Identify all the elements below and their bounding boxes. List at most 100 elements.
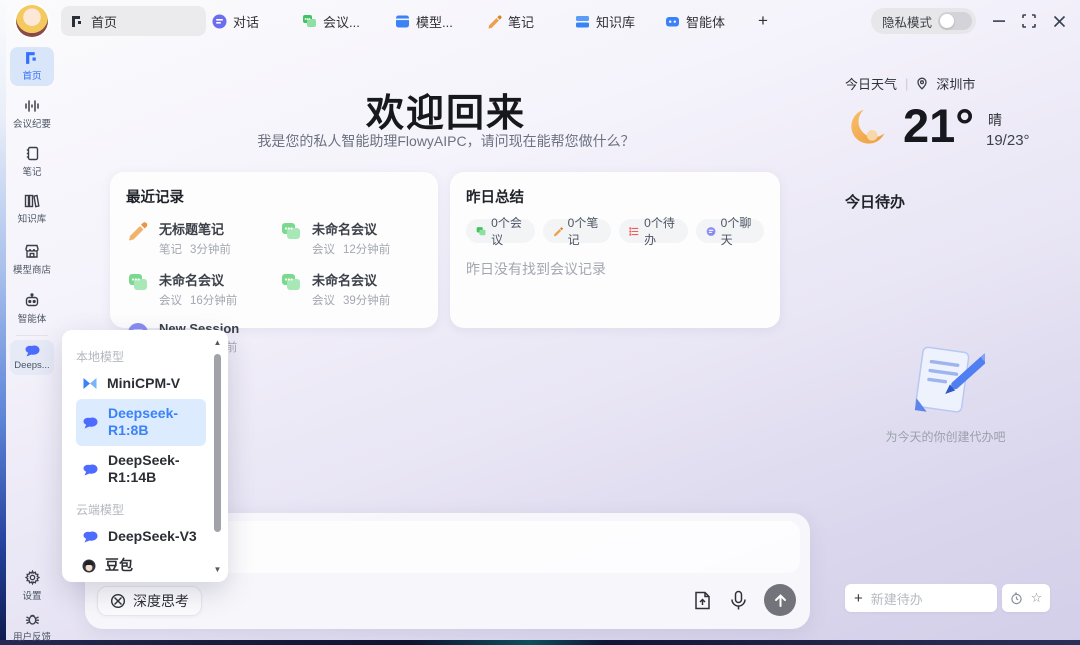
meeting-icon xyxy=(279,219,303,243)
weather-range: 19/23° xyxy=(986,132,1030,149)
tab-meeting[interactable]: 会议... xyxy=(302,0,360,42)
menu-item-deepseek-r1-14b[interactable]: DeepSeek-R1:14B xyxy=(76,446,206,493)
new-tab-button[interactable]: + xyxy=(758,0,768,42)
record-type: 会议 xyxy=(312,292,335,308)
sidebar-item-label: 设置 xyxy=(22,588,41,602)
record-time: 3分钟前 xyxy=(190,241,231,257)
tab-knowledge-label: 知识库 xyxy=(596,12,635,31)
scroll-down-arrow[interactable]: ▼ xyxy=(212,565,223,574)
yesterday-summary-card: 昨日总结 0个会议 0个笔记 0个待办 0个聊天 昨日没有找到会议记录 xyxy=(450,172,780,328)
scroll-up-arrow[interactable]: ▲ xyxy=(212,338,223,347)
dropdown-section-cloud: 云端模型 xyxy=(76,501,206,518)
microphone-button[interactable] xyxy=(729,590,748,611)
record-name: 未命名会议 xyxy=(312,219,390,238)
menu-item-deepseek-r1-8b[interactable]: Deepseek-R1:8B xyxy=(76,399,206,446)
sidebar-item-meeting-notes[interactable]: 会议纪要 xyxy=(10,95,54,134)
location-pin-icon xyxy=(916,77,928,90)
record-type: 会议 xyxy=(159,292,182,308)
notebook-icon xyxy=(25,146,40,161)
home-flowy-icon xyxy=(25,51,39,65)
todo-list-icon xyxy=(629,225,639,238)
deep-think-button[interactable]: 深度思考 xyxy=(97,586,202,616)
app-window: 首页 对话 会议... 模型... 笔记 xyxy=(0,0,1080,645)
new-todo-placeholder: 新建待办 xyxy=(871,589,923,608)
list-item-meeting[interactable]: 未命名会议 会议 39分钟前 xyxy=(279,270,422,308)
knowledge-icon xyxy=(575,14,590,29)
deep-think-icon xyxy=(110,593,126,609)
waveform-icon xyxy=(24,99,40,113)
meeting-icon xyxy=(302,14,317,29)
menu-item-label: MiniCPM-V xyxy=(107,375,200,393)
summary-chips: 0个会议 0个笔记 0个待办 0个聊天 xyxy=(466,219,764,243)
menu-item-deepseek-v3[interactable]: DeepSeek-V3 xyxy=(76,522,206,552)
list-item-meeting[interactable]: 未命名会议 会议12分钟前 xyxy=(279,219,422,257)
sidebar-item-settings[interactable]: 设置 xyxy=(10,566,54,606)
welcome-title: 欢迎回来 xyxy=(110,82,782,137)
tab-home[interactable]: 首页 xyxy=(61,6,206,36)
sidebar-item-model-store[interactable]: 模型商店 xyxy=(10,240,54,280)
record-name: 未命名会议 xyxy=(312,270,390,289)
minimize-button[interactable] xyxy=(990,12,1008,30)
new-todo-input[interactable]: + 新建待办 xyxy=(845,584,997,612)
upload-file-button[interactable] xyxy=(692,590,713,611)
privacy-switch[interactable] xyxy=(938,12,972,30)
top-bar: 首页 对话 会议... 模型... 笔记 xyxy=(6,0,1080,42)
agent-icon xyxy=(665,14,680,29)
menu-item-label: DeepSeek-R1:14B xyxy=(108,452,200,487)
whale-icon xyxy=(82,416,99,429)
sidebar-item-feedback[interactable]: 用户反馈 xyxy=(10,608,54,645)
minicpm-icon xyxy=(82,377,98,390)
pencil-icon xyxy=(487,14,502,29)
maximize-button[interactable] xyxy=(1020,12,1038,30)
tab-chat[interactable]: 对话 xyxy=(212,0,259,42)
chat-icon xyxy=(212,14,227,29)
pencil-icon xyxy=(126,219,150,243)
user-avatar[interactable] xyxy=(16,5,48,37)
sidebar-item-knowledge[interactable]: 知识库 xyxy=(10,190,54,229)
close-button[interactable] xyxy=(1050,12,1068,30)
tab-note-label: 笔记 xyxy=(508,12,534,31)
scrollbar-thumb[interactable] xyxy=(214,354,221,532)
plus-icon: + xyxy=(854,590,863,607)
record-name: 无标题笔记 xyxy=(159,219,231,238)
dropdown-scrollbar[interactable]: ▲ ▼ xyxy=(212,338,223,574)
weather-city: 深圳市 xyxy=(936,74,975,93)
star-icon[interactable]: ☆ xyxy=(1031,590,1043,606)
tab-agent[interactable]: 智能体 xyxy=(665,0,725,42)
list-item-note[interactable]: 无标题笔记 笔记 3分钟前 xyxy=(126,219,269,257)
flowy-logo-icon xyxy=(71,15,84,28)
storefront-icon xyxy=(24,244,40,259)
todo-empty-illustration xyxy=(905,340,985,424)
sidebar-item-notes[interactable]: 笔记 xyxy=(10,142,54,182)
chats-count-badge: 0个聊天 xyxy=(696,219,765,243)
tab-knowledge[interactable]: 知识库 xyxy=(575,0,635,42)
todos-count-badge: 0个待办 xyxy=(619,219,688,243)
whale-icon xyxy=(82,530,99,543)
tab-note[interactable]: 笔记 xyxy=(487,0,534,42)
menu-item-doubao[interactable]: 豆包 xyxy=(76,551,206,581)
weather-temperature: 21° xyxy=(903,98,974,153)
sidebar-item-deepseek-model[interactable]: Deeps... xyxy=(10,340,54,375)
tab-model[interactable]: 模型... xyxy=(395,0,453,42)
record-type: 笔记 xyxy=(159,241,182,257)
todo-empty-text: 为今天的你创建代办吧 xyxy=(838,428,1053,445)
welcome-subtitle: 我是您的私人智能助理FlowyAIPC，请问现在能帮您做什么？ xyxy=(110,131,782,151)
model-select-dropdown: 本地模型 MiniCPM-V Deepseek-R1:8B DeepSeek-R… xyxy=(62,330,228,582)
menu-item-minicpm[interactable]: MiniCPM-V xyxy=(76,369,206,399)
alarm-icon[interactable] xyxy=(1010,592,1023,605)
tab-chat-label: 对话 xyxy=(233,12,259,31)
meeting-icon xyxy=(126,270,150,294)
tab-home-label: 首页 xyxy=(91,12,117,31)
doubao-avatar-icon xyxy=(82,559,96,573)
menu-item-label: DeepSeek-V3 xyxy=(108,528,200,546)
list-item-meeting[interactable]: 未命名会议 会议16分钟前 xyxy=(126,270,269,308)
tab-meeting-label: 会议... xyxy=(323,12,360,31)
sidebar-item-home[interactable]: 首页 xyxy=(10,47,54,86)
send-button[interactable] xyxy=(764,584,796,616)
record-time: 39分钟前 xyxy=(343,292,390,308)
sidebar-item-agent[interactable]: 智能体 xyxy=(10,289,54,329)
chat-actions xyxy=(692,584,796,616)
dropdown-section-local: 本地模型 xyxy=(76,348,206,365)
record-time: 12分钟前 xyxy=(343,241,390,257)
privacy-mode-toggle[interactable]: 隐私模式 xyxy=(871,8,976,34)
